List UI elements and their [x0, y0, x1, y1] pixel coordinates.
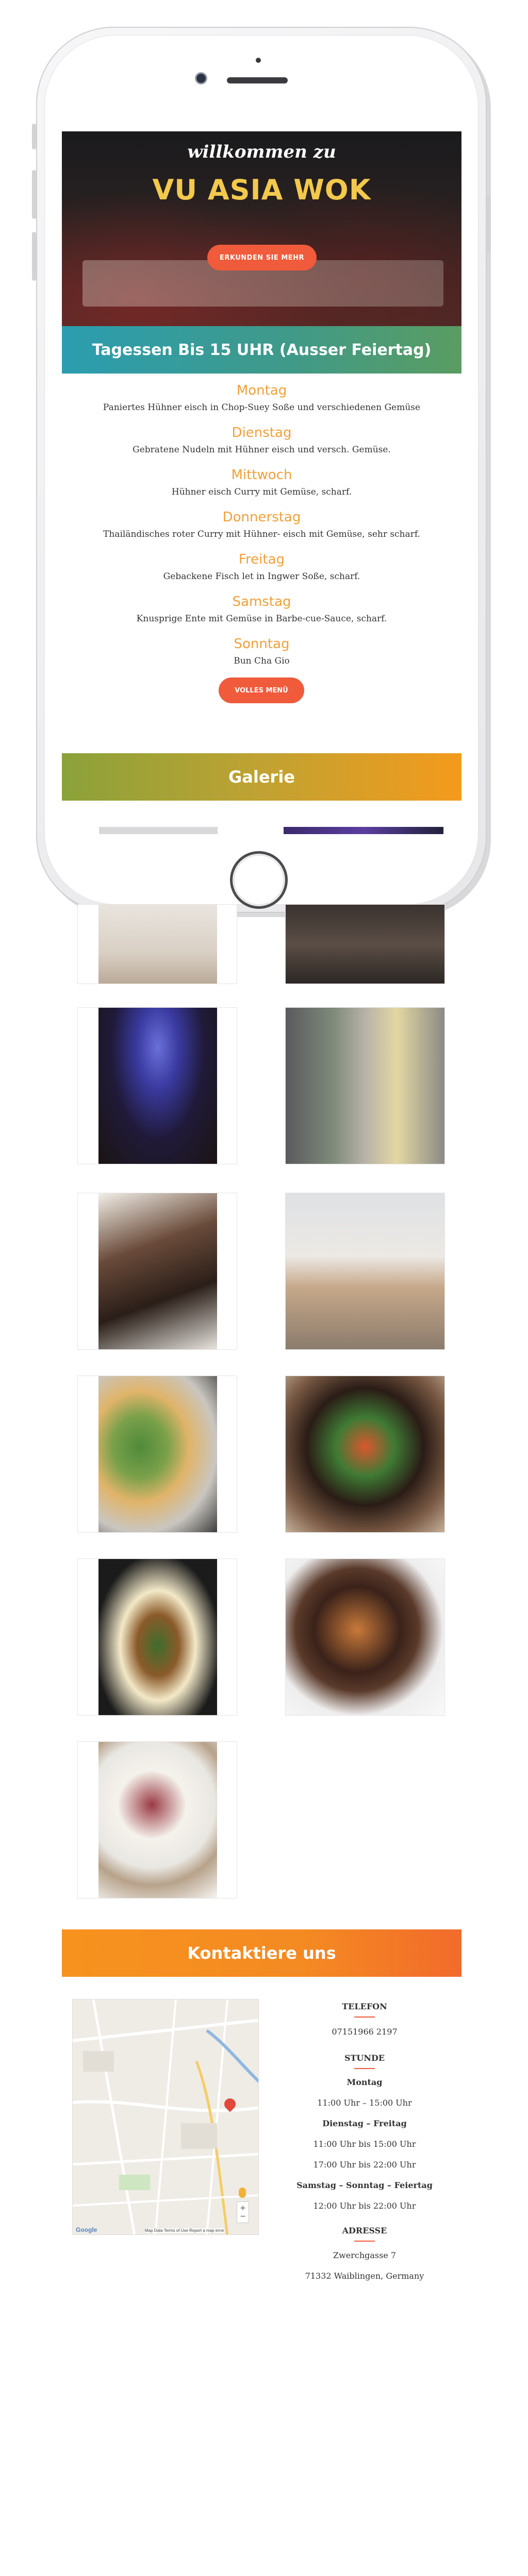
label-divider: [354, 2016, 375, 2018]
menu-dish: Paniertes Hühner eisch in Chop-Suey Soß…: [103, 402, 421, 413]
menu-day: Sonntag: [234, 636, 290, 652]
menu-day: Dienstag: [232, 425, 292, 440]
phone-volume-down: [32, 232, 36, 281]
explore-more-button[interactable]: ERKUNDEN SIE MEHR: [207, 245, 317, 270]
menu-dish: Hühner eisch Curry mit Gemüse, scharf.: [171, 487, 352, 497]
hours-day-label: Montag: [346, 2077, 383, 2087]
address-label: ADRESSE: [342, 2226, 387, 2235]
gallery-photo[interactable]: [77, 1007, 237, 1164]
map-zoom-control[interactable]: + −: [237, 2201, 249, 2223]
address-street: Zwerchgasse 7: [333, 2250, 397, 2260]
proximity-sensor: [256, 58, 261, 63]
menu-dish: Gebratene Nudeln mit Hühner eisch und v…: [133, 445, 391, 455]
label-divider: [354, 2068, 375, 2069]
phone-label: TELEFON: [342, 2002, 387, 2011]
google-logo: Google: [76, 2226, 97, 2233]
menu-day: Mittwoch: [231, 467, 292, 483]
map-streets: [73, 1999, 258, 2234]
label-divider: [354, 2241, 375, 2242]
gallery-photo[interactable]: [77, 1376, 237, 1533]
gallery-photo[interactable]: [285, 1558, 445, 1716]
menu-day: Montag: [236, 383, 287, 398]
gallery-photo[interactable]: [285, 1376, 445, 1533]
full-menu-button[interactable]: VOLLES MENÜ: [219, 677, 304, 703]
menu-dish: Knusprige Ente mit Gemüse in Barbe-cue-…: [136, 614, 387, 624]
hours-label: STUNDE: [344, 2053, 385, 2063]
phone-power-button: [487, 196, 491, 252]
gallery-photo-preview[interactable]: [284, 827, 443, 834]
street-view-pegman-icon[interactable]: [239, 2188, 246, 2198]
hero-welcome-text: willkommen zu: [187, 142, 336, 162]
lunch-heading: Tagessen Bis 15 UHR (Ausser Feiertag): [62, 326, 461, 374]
front-camera-icon: [195, 72, 207, 84]
hero-title: VU ASIA WOK: [152, 174, 371, 206]
menu-day: Freitag: [238, 552, 285, 567]
phone-mute-switch: [32, 124, 36, 149]
hours-time: 17:00 Uhr bis 22:00 Uhr: [313, 2160, 416, 2170]
gallery-photo[interactable]: [77, 1741, 237, 1899]
hours-day-label: Dienstag – Freitag: [322, 2119, 407, 2128]
hours-time: 11:00 Uhr – 15:00 Uhr: [317, 2098, 412, 2108]
address-city: 71332 Waiblingen, Germany: [305, 2271, 424, 2281]
zoom-in-button[interactable]: +: [240, 2204, 246, 2212]
gallery-photo[interactable]: [77, 1193, 237, 1350]
zoom-out-button[interactable]: −: [240, 2212, 246, 2221]
hours-time: 11:00 Uhr bis 15:00 Uhr: [313, 2139, 416, 2149]
gallery-photo[interactable]: [285, 1007, 445, 1164]
gallery-photo[interactable]: [77, 1558, 237, 1716]
gallery-photo-preview[interactable]: [99, 827, 218, 834]
menu-dish: Bun Cha Gio: [234, 656, 290, 666]
menu-day: Donnerstag: [222, 510, 301, 525]
earpiece-speaker: [227, 77, 288, 83]
gallery-photo[interactable]: [285, 904, 445, 984]
hero-banner: willkommen zu VU ASIA WOK ERKUNDEN SIE M…: [62, 131, 461, 326]
phone-volume-up: [32, 170, 36, 219]
menu-day: Samstag: [232, 594, 291, 609]
phone-screen: willkommen zu VU ASIA WOK ERKUNDEN SIE M…: [62, 131, 461, 835]
hours-time: 12:00 Uhr bis 22:00 Uhr: [313, 2201, 416, 2211]
home-button[interactable]: [230, 851, 288, 909]
gallery-heading: Galerie: [62, 753, 461, 801]
gallery-photo[interactable]: [77, 904, 237, 984]
menu-dish: Gebackene Fisch let in Ingwer Soße, scha…: [163, 571, 360, 582]
gallery-photo[interactable]: [285, 1193, 445, 1350]
phone-number[interactable]: 07151966 2197: [274, 2027, 455, 2037]
contact-heading: Kontaktiere uns: [62, 1929, 461, 1977]
location-map[interactable]: + − Google Map Data Terms of Use Report …: [72, 1999, 259, 2235]
map-attribution[interactable]: Map Data Terms of Use Report a map error: [145, 2228, 224, 2233]
hours-day-label: Samstag – Sonntag – Feiertag: [296, 2180, 433, 2190]
menu-dish: Thailändisches roter Curry mit Hühner-…: [103, 529, 420, 539]
